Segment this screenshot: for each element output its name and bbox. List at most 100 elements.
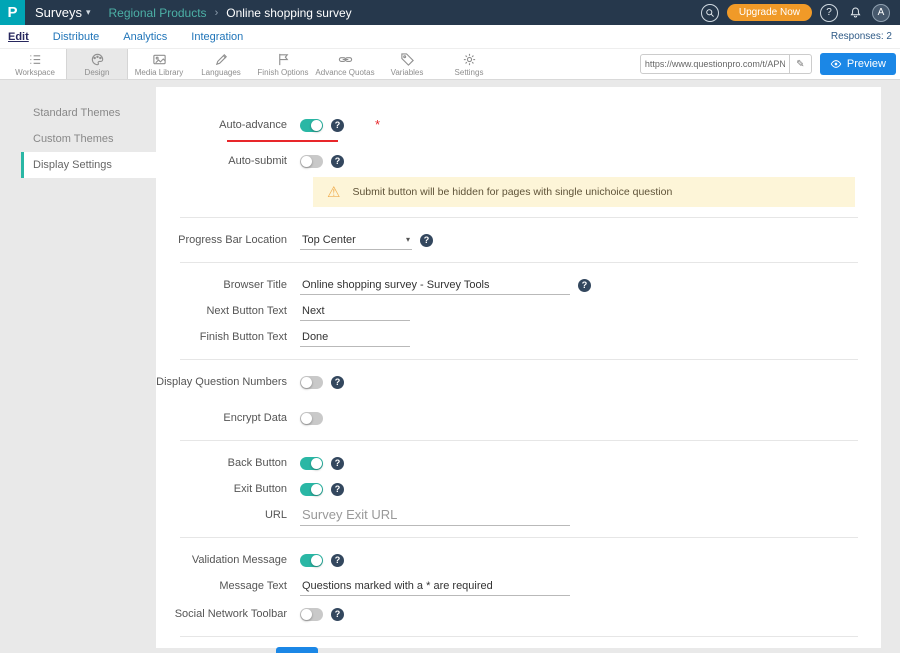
progress-bar-location-select[interactable]: Top Center ▾ [300, 231, 412, 250]
tab-analytics[interactable]: Analytics [123, 31, 167, 43]
next-button-text-row: Next Button Text [156, 299, 881, 323]
exit-url-label: URL [156, 509, 300, 521]
responses-count[interactable]: Responses: 2 [831, 31, 892, 42]
help-icon[interactable]: ? [331, 119, 344, 132]
search-icon[interactable] [701, 4, 719, 22]
save-button[interactable]: Save [276, 647, 318, 653]
back-button-toggle[interactable] [300, 457, 323, 470]
tab-integration[interactable]: Integration [191, 31, 243, 43]
toggle-knob [301, 377, 312, 388]
app-logo[interactable]: P [0, 0, 25, 25]
toolbar-label: Finish Options [257, 68, 308, 77]
design-toolbar: Workspace Design Media Library Languages… [0, 48, 900, 80]
encrypt-data-label: Encrypt Data [156, 412, 300, 424]
progress-bar-location-label: Progress Bar Location [156, 234, 300, 246]
breadcrumb-page-title: Online shopping survey [226, 6, 351, 20]
advance-quotas-icon [338, 52, 353, 67]
progress-bar-location-row: Progress Bar Location Top Center ▾ ? [156, 228, 881, 252]
toolbar-label: Advance Quotas [315, 68, 374, 77]
sidebar-item-custom-themes[interactable]: Custom Themes [21, 126, 156, 152]
auto-submit-label: Auto-submit [156, 155, 300, 167]
breadcrumb-product[interactable]: Regional Products [109, 6, 207, 20]
social-network-toolbar-row: Social Network Toolbar ? [156, 602, 881, 626]
browser-title-input[interactable] [300, 276, 570, 295]
help-icon[interactable]: ? [331, 155, 344, 168]
surveys-menu[interactable]: Surveys ▾ [25, 0, 105, 25]
toggle-knob [311, 555, 322, 566]
toolbar-item-languages[interactable]: Languages [190, 49, 252, 79]
toggle-knob [311, 458, 322, 469]
selected-option: Top Center [302, 234, 356, 246]
toolbar-right: ✎ Preview [640, 49, 900, 79]
auto-submit-toggle[interactable] [300, 155, 323, 168]
breadcrumb: Regional Products › Online shopping surv… [105, 6, 352, 20]
toolbar-item-advance-quotas[interactable]: Advance Quotas [314, 49, 376, 79]
exit-button-label: Exit Button [156, 483, 300, 495]
toggle-knob [311, 120, 322, 131]
toggle-knob [301, 156, 312, 167]
next-button-text-input[interactable] [300, 302, 410, 321]
survey-url-input[interactable] [641, 59, 789, 69]
surveys-label: Surveys [35, 5, 82, 20]
toggle-knob [311, 484, 322, 495]
design-palette-icon [90, 52, 105, 67]
message-text-input[interactable] [300, 577, 570, 596]
auto-advance-row: Auto-advance ? [156, 113, 881, 137]
display-settings-panel: * Auto-advance ? Auto-submit ? ⚠ Submit … [156, 87, 881, 648]
help-icon[interactable]: ? [331, 457, 344, 470]
sidebar-item-display-settings[interactable]: Display Settings [21, 152, 156, 178]
toggle-knob [301, 609, 312, 620]
tab-edit[interactable]: Edit [8, 31, 29, 43]
edit-url-pencil-icon[interactable]: ✎ [789, 55, 811, 73]
tab-distribute[interactable]: Distribute [53, 31, 99, 43]
help-icon[interactable]: ? [331, 483, 344, 496]
toolbar-item-finish-options[interactable]: Finish Options [252, 49, 314, 79]
validation-message-toggle[interactable] [300, 554, 323, 567]
auto-advance-label: Auto-advance [156, 119, 300, 131]
toolbar-item-design[interactable]: Design [66, 49, 128, 79]
social-network-toolbar-toggle[interactable] [300, 608, 323, 621]
help-icon[interactable]: ? [578, 279, 591, 292]
annotation-red-underline [227, 140, 338, 142]
exit-button-toggle[interactable] [300, 483, 323, 496]
sidebar-item-standard-themes[interactable]: Standard Themes [21, 100, 156, 126]
notifications-bell-icon[interactable] [846, 4, 864, 22]
divider [180, 636, 858, 637]
toolbar-label: Media Library [135, 68, 183, 77]
media-library-icon [152, 52, 167, 67]
themes-sidebar: Standard Themes Custom Themes Display Se… [21, 87, 156, 648]
message-text-row: Message Text [156, 574, 881, 598]
divider [180, 537, 858, 538]
display-question-numbers-row: Display Question Numbers ? [156, 370, 881, 394]
topbar-actions: Upgrade Now ? A [701, 4, 900, 22]
help-icon[interactable]: ? [331, 608, 344, 621]
avatar[interactable]: A [872, 4, 890, 22]
browser-title-row: Browser Title ? [156, 273, 881, 297]
toolbar-item-variables[interactable]: Variables [376, 49, 438, 79]
auto-advance-toggle[interactable] [300, 119, 323, 132]
finish-button-text-input[interactable] [300, 328, 410, 347]
next-button-text-label: Next Button Text [156, 305, 300, 317]
toolbar-item-media-library[interactable]: Media Library [128, 49, 190, 79]
exit-url-input[interactable] [300, 504, 570, 526]
upgrade-now-button[interactable]: Upgrade Now [727, 4, 812, 21]
preview-button[interactable]: Preview [820, 53, 896, 75]
toolbar-item-settings[interactable]: Settings [438, 49, 500, 79]
divider [180, 359, 858, 360]
menu-bar: Edit Distribute Analytics Integration Re… [0, 25, 900, 48]
exit-url-row: URL [156, 503, 881, 527]
languages-icon [214, 52, 229, 67]
back-button-label: Back Button [156, 457, 300, 469]
help-icon[interactable]: ? [331, 376, 344, 389]
variables-tag-icon [400, 52, 415, 67]
social-network-toolbar-label: Social Network Toolbar [156, 608, 300, 620]
encrypt-data-toggle[interactable] [300, 412, 323, 425]
help-icon[interactable]: ? [331, 554, 344, 567]
display-question-numbers-toggle[interactable] [300, 376, 323, 389]
help-circle-icon[interactable]: ? [820, 4, 838, 22]
divider [180, 262, 858, 263]
help-icon[interactable]: ? [420, 234, 433, 247]
toolbar-item-workspace[interactable]: Workspace [4, 49, 66, 79]
survey-url-box: ✎ [640, 54, 812, 74]
back-button-row: Back Button ? [156, 451, 881, 475]
